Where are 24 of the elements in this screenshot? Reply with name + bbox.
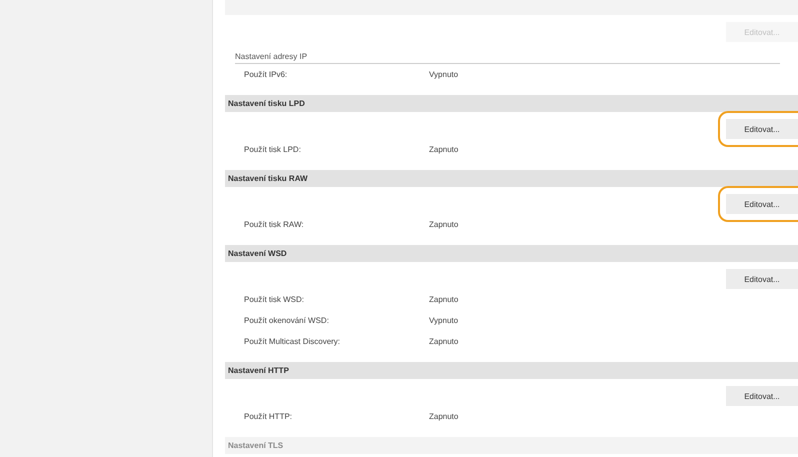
- section-title: Nastavení tisku RAW: [228, 174, 308, 183]
- setting-label: Použít tisk WSD:: [244, 295, 306, 304]
- setting-value: Zapnuto: [429, 412, 458, 421]
- setting-value: Zapnuto: [429, 220, 458, 229]
- setting-value: Vypnuto: [429, 316, 458, 325]
- setting-label: Použít HTTP:: [244, 412, 294, 421]
- subheading: Nastavení adresy IP: [235, 48, 780, 64]
- edit-button[interactable]: Editovat...: [726, 269, 798, 289]
- setting-label: Použít okenování WSD:: [244, 316, 330, 325]
- setting-value: Zapnuto: [429, 337, 458, 346]
- edit-button[interactable]: Editovat...: [726, 194, 798, 214]
- edit-button[interactable]: Editovat...: [726, 119, 798, 139]
- setting-value: Zapnuto: [429, 145, 458, 154]
- setting-label: Použít IPv6:: [244, 70, 288, 79]
- setting-label: Použít tisk LPD:: [244, 145, 302, 154]
- section-title: Nastavení WSD: [228, 249, 287, 258]
- section-title: Nastavení HTTP: [228, 366, 289, 375]
- setting-value: Zapnuto: [429, 295, 458, 304]
- setting-label: Použít tisk RAW:: [244, 220, 305, 229]
- setting-label: Použít Multicast Discovery:: [244, 337, 342, 346]
- edit-button[interactable]: Editovat...: [726, 386, 798, 406]
- setting-value: Vypnuto: [429, 70, 458, 79]
- section-title: Nastavení tisku LPD: [228, 99, 305, 108]
- section-title: Nastavení TLS: [228, 441, 284, 450]
